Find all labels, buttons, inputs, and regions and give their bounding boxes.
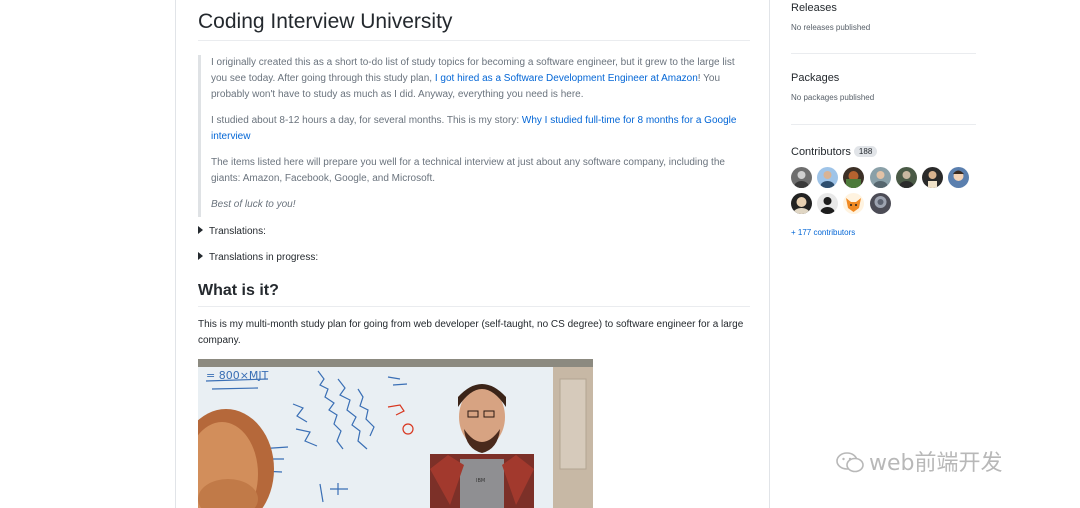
fox-avatar[interactable] — [843, 193, 864, 214]
avatar[interactable] — [948, 167, 969, 188]
contributors-count-badge: 188 — [853, 146, 878, 157]
divider — [791, 124, 976, 125]
readme-panel: Coding Interview University I originally… — [175, 0, 770, 508]
intro-blockquote: I originally created this as a short to-… — [198, 55, 750, 217]
intro-paragraph-2: I studied about 8-12 hours a day, for se… — [211, 113, 750, 145]
watermark-text: web前端开发 — [869, 451, 1003, 476]
details-label: Translations: — [209, 226, 266, 237]
avatar[interactable] — [791, 193, 812, 214]
page-title: Coding Interview University — [198, 10, 750, 41]
packages-section: Packages No packages published — [791, 72, 976, 102]
avatar[interactable] — [922, 167, 943, 188]
disclosure-triangle-icon — [198, 252, 203, 260]
packages-heading[interactable]: Packages — [791, 72, 976, 84]
releases-heading[interactable]: Releases — [791, 2, 976, 14]
avatar[interactable] — [791, 167, 812, 188]
amazon-hire-link[interactable]: I got hired as a Software Development En… — [435, 73, 698, 84]
avatar[interactable] — [843, 167, 864, 188]
intro-paragraph-4: Best of luck to you! — [211, 197, 750, 213]
best-of-luck: Best of luck to you! — [211, 199, 296, 210]
intro-paragraph-1: I originally created this as a short to-… — [211, 55, 750, 103]
section-paragraph: This is my multi-month study plan for go… — [198, 319, 744, 346]
divider — [791, 53, 976, 54]
avatar[interactable] — [817, 167, 838, 188]
contributors-section: Contributors 188 — [791, 142, 976, 160]
more-contributors-link[interactable]: + 177 contributors — [791, 228, 855, 237]
releases-section: Releases No releases published — [791, 2, 976, 32]
avatar[interactable] — [870, 167, 891, 188]
details-label: Translations in progress: — [209, 252, 319, 263]
avatar[interactable] — [896, 167, 917, 188]
intro-text: I studied about 8-12 hours a day, for se… — [211, 115, 522, 126]
disclosure-triangle-icon — [198, 226, 203, 234]
avatar[interactable] — [817, 193, 838, 214]
translations-toggle[interactable]: Translations: — [198, 226, 266, 237]
releases-note: No releases published — [791, 23, 871, 32]
section-heading: What is it? — [198, 282, 750, 307]
avatar[interactable] — [870, 193, 891, 214]
translations-in-progress-toggle[interactable]: Translations in progress: — [198, 252, 318, 263]
watermark: web前端开发 — [835, 445, 1003, 477]
contributors-heading[interactable]: Contributors — [791, 146, 851, 158]
wechat-icon — [836, 452, 864, 473]
packages-note: No packages published — [791, 93, 875, 102]
whiteboard-photo: = 800×MJT IBM — [198, 359, 593, 508]
whiteboard-formula: = 800×MJT — [206, 369, 269, 382]
shirt-logo: IBM — [476, 478, 485, 484]
intro-paragraph-3: The items listed here will prepare you w… — [211, 157, 725, 184]
